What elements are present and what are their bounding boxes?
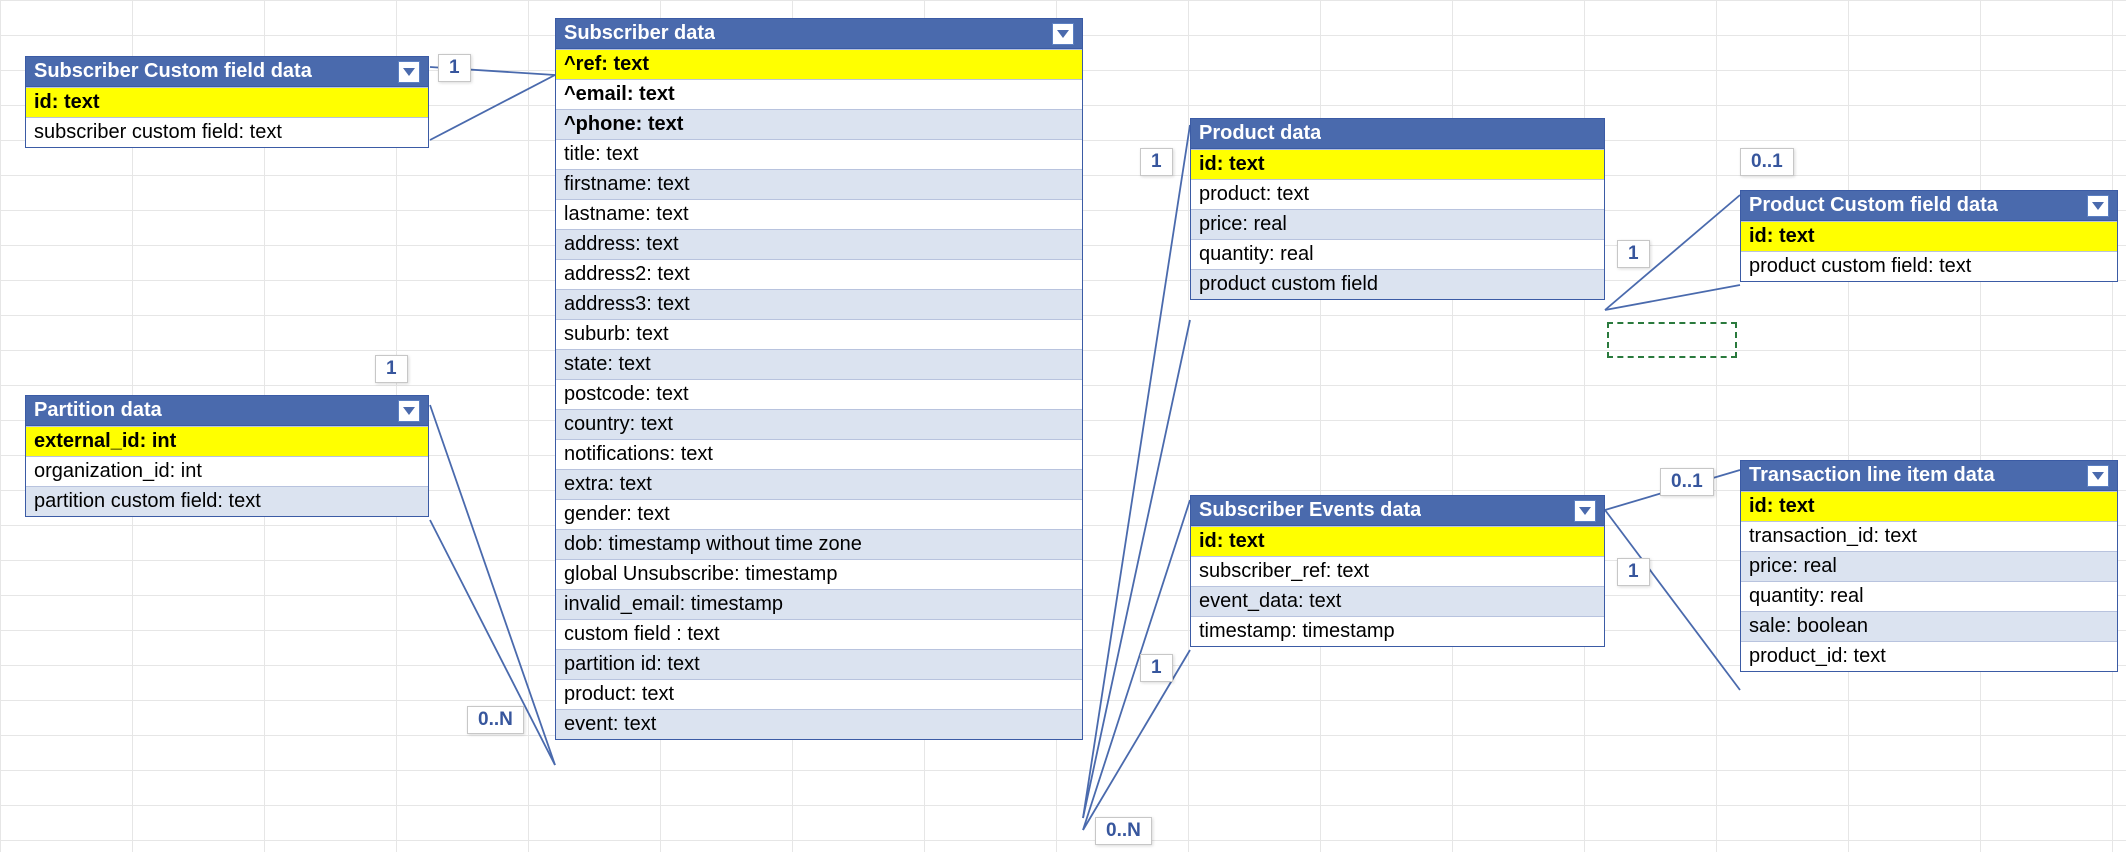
cardinality-label: 1 [1617,240,1650,268]
field-row: quantity: real [1741,581,2117,611]
field-row: dob: timestamp without time zone [556,529,1082,559]
entity-header: Transaction line item data [1741,461,2117,491]
field-row: event_data: text [1191,586,1604,616]
field-row: title: text [556,139,1082,169]
field-row: id: text [1191,149,1604,179]
diagram-canvas: Subscriber Custom field data id: text su… [0,0,2126,852]
field-row: ^phone: text [556,109,1082,139]
field-row: notifications: text [556,439,1082,469]
dropdown-icon[interactable] [2087,195,2109,217]
field-row: subscriber custom field: text [26,117,428,147]
field-row: product custom field: text [1741,251,2117,281]
field-row: lastname: text [556,199,1082,229]
field-row: address2: text [556,259,1082,289]
field-row: id: text [1191,526,1604,556]
field-row: id: text [26,87,428,117]
field-row: product: text [1191,179,1604,209]
entity-subscriber-events: Subscriber Events data id: text subscrib… [1190,495,1605,647]
field-row: partition id: text [556,649,1082,679]
entity-title: Product Custom field data [1749,194,1998,217]
field-row: id: text [1741,221,2117,251]
cardinality-label: 1 [1617,558,1650,586]
field-row: subscriber_ref: text [1191,556,1604,586]
cardinality-label: 1 [1140,654,1173,682]
field-row: state: text [556,349,1082,379]
field-row: product custom field [1191,269,1604,299]
cardinality-label: 0..N [1095,817,1152,845]
field-row: product_id: text [1741,641,2117,671]
field-row: suburb: text [556,319,1082,349]
field-row: external_id: int [26,426,428,456]
field-row: event: text [556,709,1082,739]
entity-product: Product data id: text product: text pric… [1190,118,1605,300]
field-row: price: real [1741,551,2117,581]
cardinality-label: 0..N [467,706,524,734]
entity-header: Product data [1191,119,1604,149]
field-row: timestamp: timestamp [1191,616,1604,646]
field-row: firstname: text [556,169,1082,199]
dropdown-icon[interactable] [2087,465,2109,487]
cardinality-label: 1 [438,54,471,82]
entity-title: Transaction line item data [1749,464,1995,487]
entity-title: Subscriber Events data [1199,499,1421,522]
selection-box [1607,322,1737,358]
cardinality-label: 1 [1140,148,1173,176]
entity-header: Product Custom field data [1741,191,2117,221]
entity-product-custom-field: Product Custom field data id: text produ… [1740,190,2118,282]
entity-title: Subscriber data [564,22,715,45]
field-row: organization_id: int [26,456,428,486]
entity-header: Subscriber Events data [1191,496,1604,526]
entity-title: Subscriber Custom field data [34,60,312,83]
field-row: postcode: text [556,379,1082,409]
field-row: ^ref: text [556,49,1082,79]
field-row: ^email: text [556,79,1082,109]
cardinality-label: 0..1 [1740,148,1794,176]
entity-subscriber: Subscriber data ^ref: text ^email: text … [555,18,1083,740]
dropdown-icon[interactable] [1574,500,1596,522]
entity-header: Partition data [26,396,428,426]
cardinality-label: 0..1 [1660,468,1714,496]
field-row: address: text [556,229,1082,259]
dropdown-icon[interactable] [398,61,420,83]
field-row: global Unsubscribe: timestamp [556,559,1082,589]
field-row: partition custom field: text [26,486,428,516]
entity-header: Subscriber Custom field data [26,57,428,87]
field-row: quantity: real [1191,239,1604,269]
cardinality-label: 1 [375,355,408,383]
entity-title: Product data [1199,122,1321,145]
field-row: id: text [1741,491,2117,521]
field-row: country: text [556,409,1082,439]
field-row: custom field : text [556,619,1082,649]
field-row: extra: text [556,469,1082,499]
entity-subscriber-custom-field: Subscriber Custom field data id: text su… [25,56,429,148]
field-row: address3: text [556,289,1082,319]
field-row: product: text [556,679,1082,709]
field-row: price: real [1191,209,1604,239]
entity-header: Subscriber data [556,19,1082,49]
entity-transaction-line-item: Transaction line item data id: text tran… [1740,460,2118,672]
entity-partition: Partition data external_id: int organiza… [25,395,429,517]
field-row: invalid_email: timestamp [556,589,1082,619]
field-row: gender: text [556,499,1082,529]
field-row: transaction_id: text [1741,521,2117,551]
dropdown-icon[interactable] [398,400,420,422]
field-row: sale: boolean [1741,611,2117,641]
dropdown-icon[interactable] [1052,23,1074,45]
entity-title: Partition data [34,399,162,422]
